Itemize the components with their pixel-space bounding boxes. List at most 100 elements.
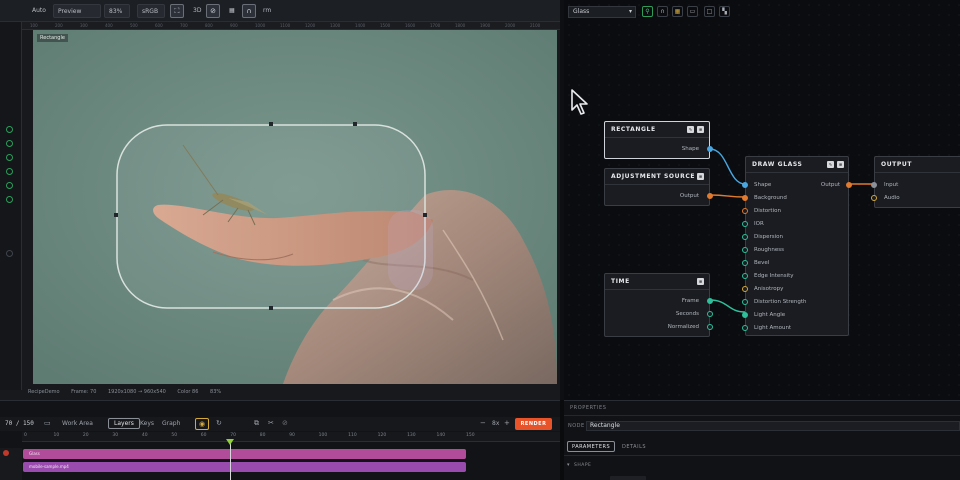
node-rectangle[interactable]: RECTANGLE ✎ ≡ Shape — [604, 121, 713, 159]
node-adjustment-title: ADJUSTMENT SOURCE — [605, 169, 709, 185]
node-menu-icon[interactable]: ≡ — [837, 161, 844, 168]
track-controls — [0, 448, 22, 480]
timeline-tick: 60 — [200, 433, 207, 438]
port-light-amount-in[interactable] — [742, 325, 748, 331]
properties-panel: PROPERTIES NODE Rectangle PARAMETERS DET… — [564, 400, 960, 480]
render-button[interactable]: RENDER — [515, 418, 552, 430]
port-label-light-angle: Light Angle — [754, 312, 786, 318]
port-normalized-out[interactable] — [707, 324, 713, 330]
tab-layers[interactable]: Layers — [108, 418, 140, 429]
port-shape-in[interactable] — [742, 182, 748, 188]
node-draw-glass[interactable]: DRAW GLASS ✎ ≡ Output Shape Background D… — [742, 156, 852, 336]
node-adjustment-source[interactable]: ADJUSTMENT SOURCE ≡ Output — [604, 168, 713, 206]
track-label: Glass — [29, 451, 40, 456]
port-label-normalized: Normalized — [667, 324, 699, 330]
timeline-ruler[interactable]: 0 10 20 30 40 50 60 70 80 90 100 110 120 130 140 150 — [22, 432, 560, 442]
port-label-distortion: Distortion — [754, 208, 781, 214]
timeline-tick: 90 — [289, 433, 295, 438]
port-frame-out[interactable] — [707, 298, 713, 304]
record-icon[interactable] — [3, 450, 9, 456]
port-label-distortion-strength: Distortion Strength — [754, 299, 807, 305]
section-shape-title: SHAPE — [574, 463, 592, 468]
cut-icon[interactable]: ✂ — [268, 419, 274, 427]
node-name-label: NODE — [568, 423, 585, 429]
port-output-out[interactable] — [846, 182, 852, 188]
port-distortion-strength-in[interactable] — [742, 299, 748, 305]
port-label-output: Output — [679, 193, 699, 199]
track-mobile-sample[interactable]: mobile-sample.mp4 — [23, 462, 466, 472]
port-label-shape: Shape — [754, 182, 772, 188]
work-area-toggle[interactable]: Work Area — [62, 420, 93, 427]
playhead-marker-icon[interactable] — [226, 439, 235, 445]
speed-select[interactable]: 8x — [492, 420, 499, 427]
port-label-roughness: Roughness — [754, 247, 785, 253]
plus-icon[interactable]: + — [504, 419, 510, 427]
port-input-in[interactable] — [871, 182, 877, 188]
port-shape-out[interactable] — [707, 146, 713, 152]
node-time-title: TIME — [605, 274, 709, 290]
timeline-header — [0, 404, 560, 416]
port-label-output: Output — [820, 182, 840, 188]
tab-graph[interactable]: Graph — [162, 420, 180, 427]
port-label-seconds: Seconds — [675, 311, 699, 317]
port-label-bevel: Bevel — [754, 260, 770, 266]
timeline-tick: 110 — [348, 433, 357, 438]
node-name-field[interactable]: Rectangle — [586, 421, 960, 431]
port-seconds-out[interactable] — [707, 311, 713, 317]
port-bevel-in[interactable] — [742, 260, 748, 266]
param-field[interactable] — [610, 476, 646, 480]
node-output[interactable]: OUTPUT Input Audio — [871, 156, 960, 208]
port-dispersion-in[interactable] — [742, 234, 748, 240]
port-distortion-in[interactable] — [742, 208, 748, 214]
track-glass[interactable]: Glass — [23, 449, 466, 459]
port-label-background: Background — [754, 195, 787, 201]
node-time[interactable]: TIME ≡ Frame Seconds Normalized — [604, 273, 713, 337]
port-audio-in[interactable] — [871, 195, 877, 201]
track-label: mobile-sample.mp4 — [29, 464, 69, 469]
timeline-tick: 30 — [112, 433, 119, 438]
playhead[interactable] — [230, 440, 232, 480]
loop-icon[interactable]: ↻ — [216, 419, 222, 427]
divider — [564, 455, 960, 456]
port-label-frame: Frame — [681, 298, 699, 304]
port-roughness-in[interactable] — [742, 247, 748, 253]
port-label-audio: Audio — [884, 195, 900, 201]
port-label-light-amount: Light Amount — [754, 325, 792, 331]
tab-details[interactable]: DETAILS — [622, 444, 646, 450]
port-label-edge-intensity: Edge Intensity — [754, 273, 794, 279]
port-label-ior: IOR — [754, 221, 764, 227]
group-icon[interactable]: ⧉ — [254, 419, 259, 428]
minus-icon[interactable]: − — [480, 419, 486, 427]
node-edit-icon[interactable]: ✎ — [687, 126, 694, 133]
node-menu-icon[interactable]: ≡ — [697, 126, 704, 133]
node-menu-icon[interactable]: ≡ — [697, 173, 704, 180]
properties-header: PROPERTIES — [570, 405, 607, 411]
node-menu-icon[interactable]: ≡ — [697, 278, 704, 285]
frame-counter: 70 / 150 — [5, 420, 34, 427]
timeline-tick: 80 — [259, 433, 266, 438]
timeline-tick: 140 — [436, 433, 446, 438]
node-edit-icon[interactable]: ✎ — [827, 161, 834, 168]
timeline-tick: 100 — [318, 433, 328, 438]
timeline-tick: 10 — [53, 433, 60, 438]
port-label-dispersion: Dispersion — [754, 234, 784, 240]
tab-keys[interactable]: Keys — [140, 420, 154, 427]
timeline-tick: 0 — [24, 433, 27, 438]
timeline-tick: 50 — [171, 433, 178, 438]
port-light-angle-in[interactable] — [742, 312, 748, 318]
port-background-in[interactable] — [742, 195, 748, 201]
port-output-out[interactable] — [707, 193, 713, 199]
timeline-tick: 120 — [377, 433, 387, 438]
timeline-toolbar: 70 / 150 ▭ Work Area Layers Keys Graph ◉… — [0, 417, 560, 431]
port-ior-in[interactable] — [742, 221, 748, 227]
tab-parameters[interactable]: PARAMETERS — [567, 441, 616, 452]
monitor-icon[interactable]: ▭ — [44, 419, 51, 427]
port-anisotropy-in[interactable] — [742, 286, 748, 292]
port-edge-intensity-in[interactable] — [742, 273, 748, 279]
port-label-input: Input — [884, 182, 899, 188]
chevron-down-icon[interactable]: ▾ — [567, 462, 570, 468]
link-icon[interactable]: ⊘ — [282, 419, 288, 427]
timeline-tick: 40 — [141, 433, 148, 438]
timeline-tick: 70 — [230, 433, 236, 438]
snap-icon[interactable]: ◉ — [195, 418, 209, 430]
